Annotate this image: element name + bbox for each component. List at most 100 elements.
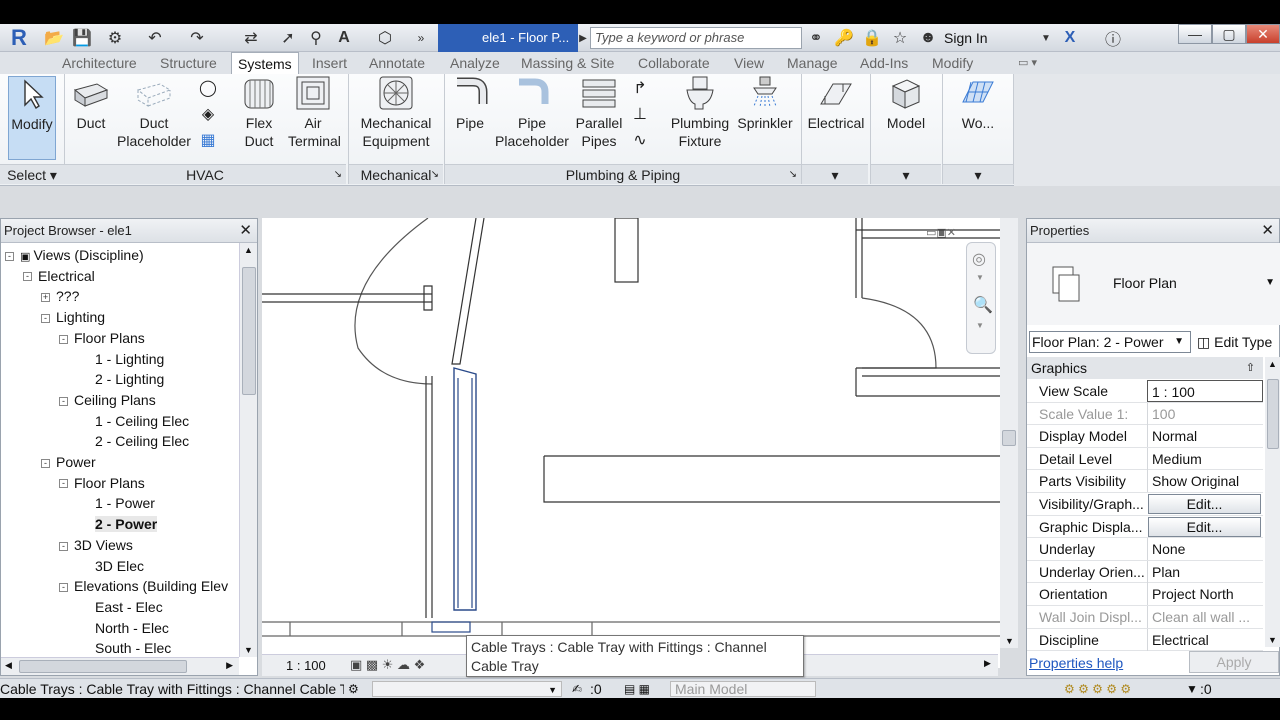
scroll-thumb[interactable] — [242, 267, 256, 395]
favorites-star-icon[interactable]: ☆ — [890, 26, 910, 50]
property-value[interactable]: 1 : 100 — [1147, 380, 1263, 402]
collapse-icon[interactable]: ⇧ — [1246, 357, 1255, 379]
air-terminal-button[interactable]: Air Terminal — [288, 76, 341, 158]
scroll-up-icon[interactable]: ▲ — [244, 245, 253, 255]
model-button[interactable]: Model — [874, 76, 938, 158]
pipe-fitting-icon[interactable]: ↱ — [628, 76, 652, 102]
duct-fitting-icon[interactable]: ◯ — [196, 76, 220, 102]
pipe-accessory-icon[interactable]: ⊥ — [628, 102, 652, 128]
scroll-down-icon[interactable]: ▼ — [1268, 635, 1277, 645]
collapse-icon[interactable]: - — [5, 251, 14, 261]
property-value[interactable]: Plan — [1147, 560, 1263, 583]
type-selector-preview[interactable]: Floor Plan ▼ — [1027, 243, 1280, 325]
3d-view-icon[interactable]: ⬡ — [370, 26, 400, 50]
duct-placeholder-button[interactable]: Duct Placeholder — [114, 76, 194, 158]
tab-analyze[interactable]: Analyze — [444, 52, 506, 74]
tree-node[interactable]: - ▣ Views (Discipline) — [5, 245, 144, 265]
tree-node[interactable]: -3D Views — [59, 535, 133, 555]
scroll-thumb[interactable] — [1002, 430, 1016, 446]
tree-node[interactable]: - Power — [41, 452, 96, 472]
workset-select[interactable]: ▼ — [372, 681, 562, 697]
tree-node[interactable]: 1 - Lighting — [95, 349, 164, 369]
measure-icon[interactable]: ⇄ — [236, 26, 266, 50]
ribbon-minimize-icon[interactable]: ▭ ▾ — [1012, 52, 1043, 74]
edit-type-button[interactable]: ◫ Edit Type — [1197, 331, 1272, 353]
scroll-left-icon[interactable]: ◀ — [5, 660, 12, 671]
tab-massing-site[interactable]: Massing & Site — [515, 52, 620, 74]
dropdown-icon[interactable]: ▼ — [976, 273, 984, 282]
duct-fittings-small-buttons[interactable]: ◯ ◈ ▦ — [196, 76, 220, 158]
sign-in-dropdown-icon[interactable]: ▼ — [1040, 26, 1052, 50]
scroll-right-icon[interactable]: ▶ — [226, 660, 233, 671]
collapse-icon[interactable]: - — [59, 479, 68, 489]
steering-wheel-icon[interactable]: ◎ — [972, 249, 986, 269]
tree-node[interactable]: 2 - Ceiling Elec — [95, 431, 189, 451]
property-value[interactable]: Medium — [1147, 447, 1263, 470]
convert-to-flex-icon[interactable]: ▦ — [196, 128, 220, 154]
canvas-vertical-scrollbar[interactable]: ▼ — [1000, 218, 1018, 648]
mechanical-equipment-button[interactable]: Mechanical Equipment — [356, 76, 436, 158]
design-options-icon[interactable]: ▤ ▦ — [624, 679, 650, 698]
tree-node[interactable]: - Lighting — [41, 307, 105, 327]
hvac-settings-icon[interactable]: ↘ — [334, 165, 342, 185]
design-option-select[interactable]: Main Model — [670, 681, 816, 697]
minimize-button[interactable]: — — [1178, 24, 1212, 44]
property-group-header[interactable]: Graphics ⇧ — [1027, 357, 1263, 379]
plumbing-settings-icon[interactable]: ↘ — [789, 165, 797, 185]
binoculars-icon[interactable]: ⚭ — [806, 26, 826, 50]
search-input[interactable]: Type a keyword or phrase — [590, 27, 802, 49]
tab-manage[interactable]: Manage — [781, 52, 844, 74]
tree-node[interactable]: East - Elec — [95, 597, 163, 617]
communication-icon[interactable]: 🔒 — [862, 26, 882, 50]
dropdown-icon[interactable]: ▼ — [976, 321, 984, 330]
tree-node[interactable]: 1 - Power — [95, 493, 155, 513]
open-icon[interactable]: 📂 — [44, 26, 64, 50]
tab-view[interactable]: View — [728, 52, 770, 74]
scroll-up-icon[interactable]: ▲ — [1268, 359, 1277, 369]
tree-node[interactable]: South - Elec — [95, 638, 171, 657]
scroll-down-icon[interactable]: ▼ — [244, 645, 253, 655]
filter-icon[interactable]: ▼ — [1186, 679, 1198, 698]
property-value[interactable]: Normal — [1147, 425, 1263, 448]
tree-node[interactable]: - Elevations (Building Elev — [59, 576, 228, 596]
duct-button[interactable]: Duct — [68, 76, 114, 158]
tree-node[interactable]: - Ceiling Plans — [59, 390, 156, 410]
sign-in-button[interactable]: Sign In — [944, 24, 988, 52]
plumbing-fixture-button[interactable]: Plumbing Fixture — [666, 76, 734, 158]
property-value[interactable]: None — [1147, 538, 1263, 561]
drawing-area[interactable]: ▭▣✕ ◎ ▼ 🔍 ▼ — [262, 218, 1000, 668]
user-icon[interactable]: ☻ — [918, 26, 938, 50]
tree-node[interactable]: North - Elec — [95, 618, 169, 638]
redo-icon[interactable]: ↷ — [182, 26, 212, 50]
tree-node[interactable]: - Electrical — [23, 266, 95, 286]
tree-node[interactable]: 2 - Lighting — [95, 369, 164, 389]
duct-accessory-icon[interactable]: ◈ — [196, 102, 220, 128]
tree-node[interactable]: 2 - Power — [95, 514, 158, 534]
text-icon[interactable]: A — [334, 26, 354, 50]
property-value[interactable]: Project North — [1147, 583, 1263, 606]
panel-model-dropdown[interactable]: ▾ — [871, 164, 941, 184]
tree-node[interactable]: - Floor Plans — [59, 473, 145, 493]
browser-horizontal-scrollbar[interactable]: ◀ ▶ — [1, 657, 239, 675]
close-icon[interactable]: ✕ — [1261, 219, 1274, 243]
tag-icon[interactable]: ⚲ — [306, 26, 326, 50]
exchange-icon[interactable]: X — [1058, 26, 1082, 50]
edit-button[interactable]: Edit... — [1148, 516, 1261, 537]
parallel-pipes-button[interactable]: Parallel Pipes — [574, 76, 624, 158]
instance-filter-select[interactable]: Floor Plan: 2 - Power ▼ — [1029, 331, 1191, 353]
view-control-icons[interactable]: ▣ ▩ ☀ ☁ ❖ — [350, 657, 425, 673]
properties-help-link[interactable]: Properties help — [1029, 655, 1123, 671]
sprinkler-button[interactable]: Sprinkler — [736, 76, 794, 158]
pipe-placeholder-button[interactable]: Pipe Placeholder — [492, 76, 572, 158]
browser-vertical-scrollbar[interactable]: ▲ ▼ — [239, 243, 257, 657]
tab-insert[interactable]: Insert — [306, 52, 353, 74]
electrical-button[interactable]: Electrical — [804, 76, 868, 158]
work-plane-button[interactable]: Wo... — [946, 76, 1010, 158]
edit-button[interactable]: Edit... — [1148, 494, 1261, 514]
collapse-icon[interactable]: - — [41, 458, 50, 468]
mechanical-settings-icon[interactable]: ↘ — [431, 165, 439, 185]
property-value[interactable]: Show Original — [1147, 470, 1263, 493]
tab-structure[interactable]: Structure — [154, 52, 223, 74]
tree-node[interactable]: - Floor Plans — [59, 328, 145, 348]
tree-node[interactable]: 3D Elec — [95, 556, 144, 576]
